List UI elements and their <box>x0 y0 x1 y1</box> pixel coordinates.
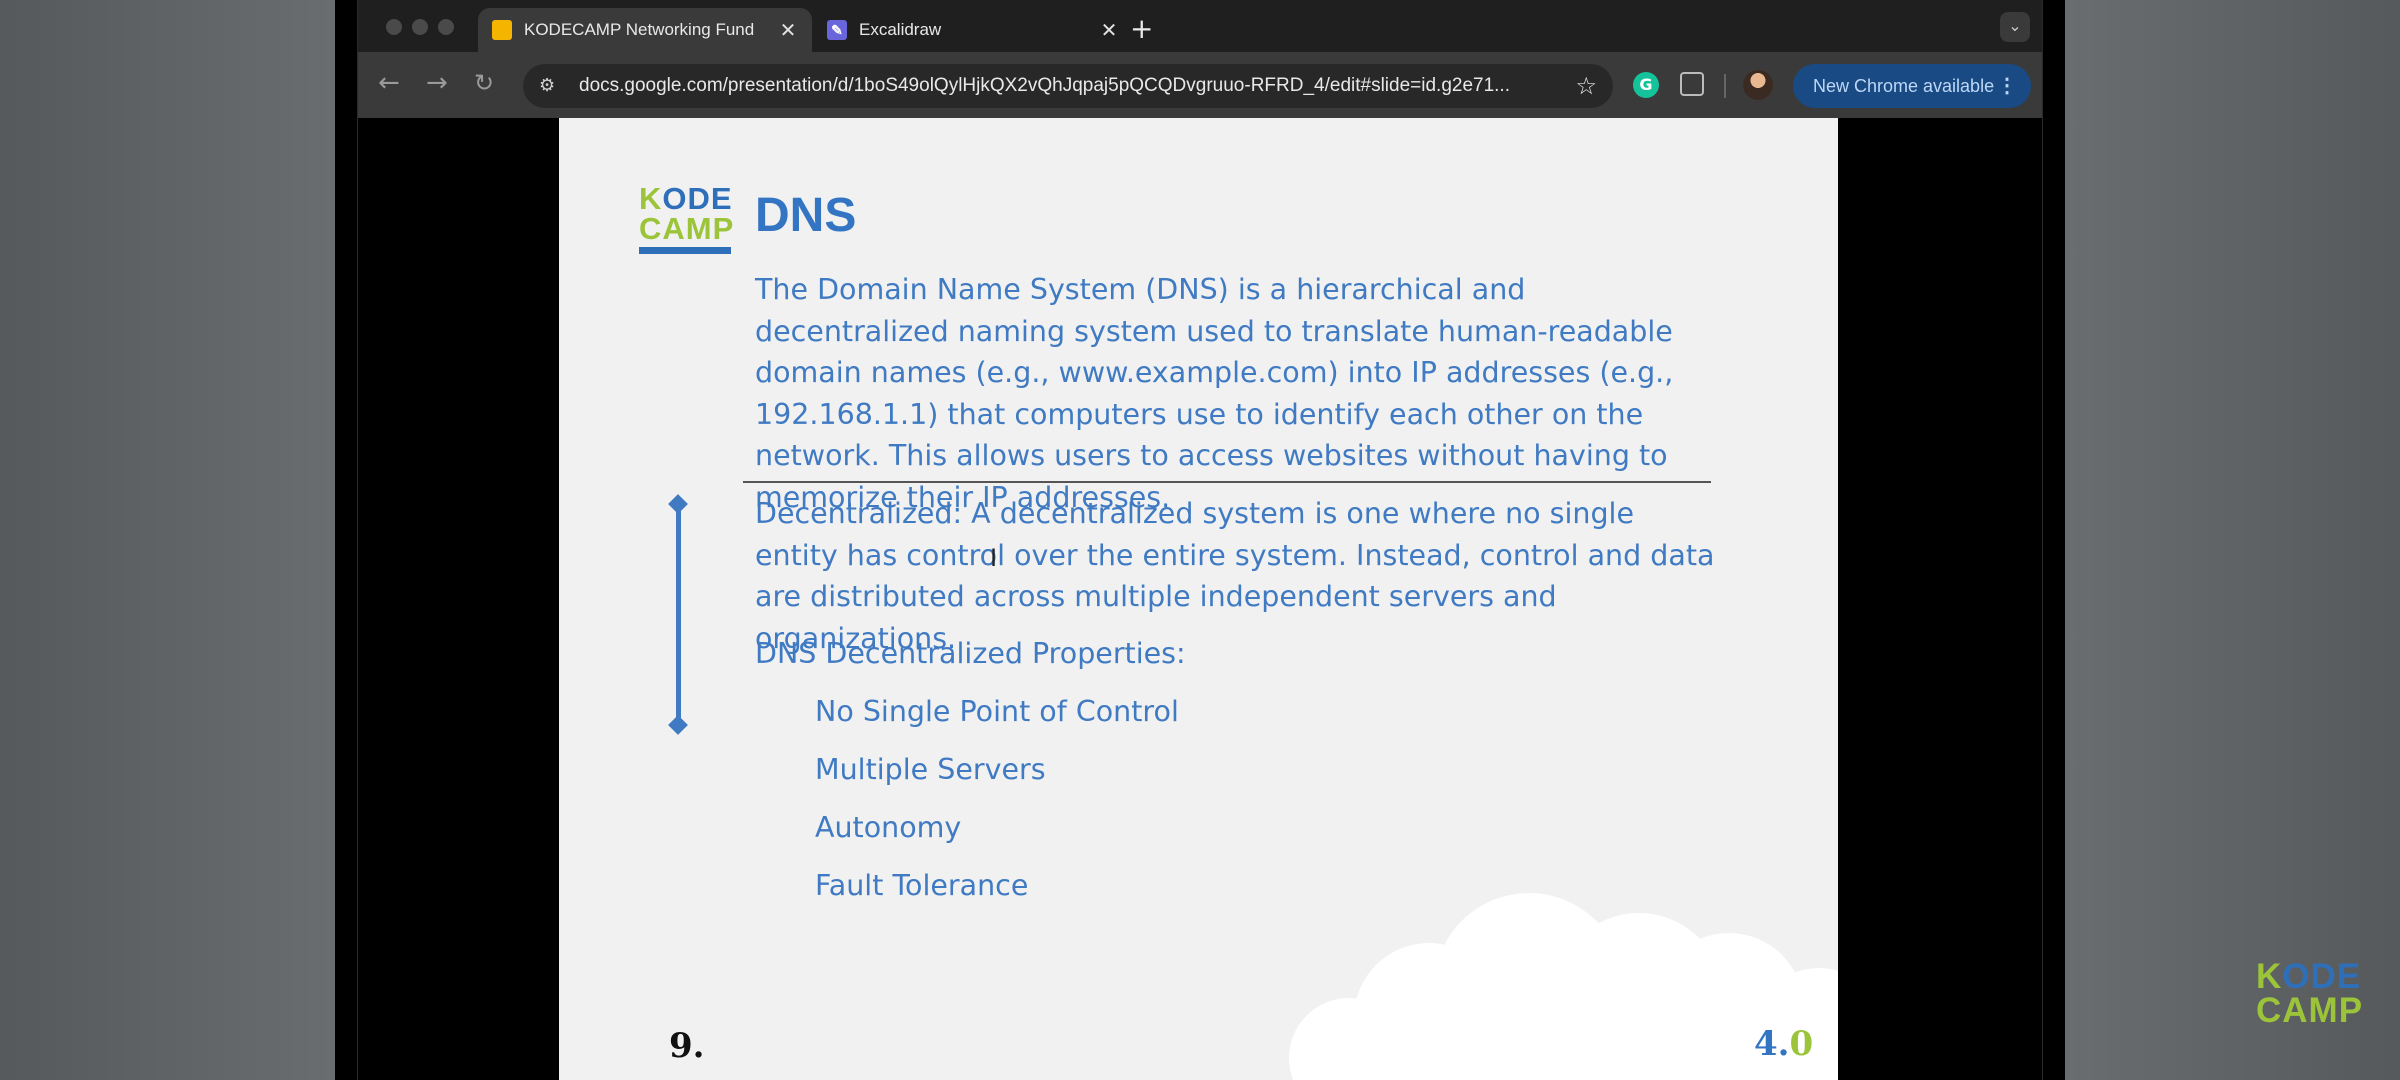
window-controls <box>386 19 454 35</box>
close-icon[interactable]: ✕ <box>778 18 798 43</box>
kebab-menu-icon[interactable]: ⋮ <box>1997 73 2017 98</box>
new-chrome-available-button[interactable]: New Chrome available ⋮ <box>1793 64 2031 108</box>
update-button-label: New Chrome available <box>1813 75 1995 96</box>
page-number: 9. <box>669 1026 705 1066</box>
browser-toolbar: ← → ↻ ⚙ docs.google.com/presentation/d/1… <box>358 52 2042 118</box>
vertical-accent-line <box>676 504 681 726</box>
text-cursor-icon: I <box>990 544 998 572</box>
tab-strip: KODECAMP Networking Fund ✕ ✎ Excalidraw … <box>358 0 2042 52</box>
close-icon[interactable]: ✕ <box>1099 18 1119 43</box>
back-arrow-icon[interactable]: ← <box>378 68 400 98</box>
toolbar-divider <box>1724 74 1726 98</box>
address-bar[interactable]: ⚙ docs.google.com/presentation/d/1boS49o… <box>523 64 1613 108</box>
kodecamp-watermark: KODE CAMP <box>2256 959 2364 1030</box>
site-settings-icon[interactable]: ⚙ <box>539 75 555 96</box>
background-right <box>2065 0 2400 1080</box>
properties-heading: DNS Decentralized Properties: <box>755 637 1186 670</box>
version-minor: 0 <box>1789 1024 1814 1064</box>
diamond-marker-bottom <box>668 715 688 735</box>
forward-arrow-icon[interactable]: → <box>426 68 448 98</box>
tab-kodecamp-slides[interactable]: KODECAMP Networking Fund ✕ <box>478 8 812 52</box>
new-tab-button[interactable]: + <box>1130 12 1153 45</box>
property-item: No Single Point of Control <box>815 695 1179 728</box>
profile-avatar[interactable] <box>1743 70 1773 100</box>
tab-title: KODECAMP Networking Fund <box>524 20 755 39</box>
close-window-button[interactable] <box>386 19 402 35</box>
diamond-marker-top <box>668 494 688 514</box>
background-left <box>0 0 335 1080</box>
minimize-window-button[interactable] <box>412 19 428 35</box>
property-item: Autonomy <box>815 811 962 844</box>
bookmark-star-icon[interactable]: ☆ <box>1575 72 1597 100</box>
slide-title: DNS <box>755 189 857 242</box>
reload-icon[interactable]: ↻ <box>474 69 494 97</box>
divider-line <box>743 481 1711 483</box>
google-slides-icon <box>492 20 512 40</box>
url-text[interactable]: docs.google.com/presentation/d/1boS49olQ… <box>579 75 1510 97</box>
property-item: Multiple Servers <box>815 753 1046 786</box>
logo-camp: CAMP <box>639 211 735 246</box>
tab-excalidraw[interactable]: ✎ Excalidraw ✕ <box>813 8 1133 52</box>
excalidraw-icon: ✎ <box>827 20 847 40</box>
extensions-puzzle-icon[interactable] <box>1680 72 1704 96</box>
watermark-camp: CAMP <box>2256 991 2364 1030</box>
tab-search-chevron-icon[interactable]: ⌄ <box>2000 12 2030 42</box>
grammarly-icon[interactable]: G <box>1633 72 1659 98</box>
version-major: 4. <box>1754 1024 1790 1064</box>
kodecamp-logo: KODE CAMP <box>639 183 735 254</box>
version-label: 4.0 <box>1754 1024 1813 1064</box>
tab-title: Excalidraw <box>859 20 942 39</box>
logo-tagline-bar <box>639 247 731 254</box>
presentation-slide: KODE CAMP DNS The Domain Name System (DN… <box>559 118 1838 1080</box>
maximize-window-button[interactable] <box>438 19 454 35</box>
